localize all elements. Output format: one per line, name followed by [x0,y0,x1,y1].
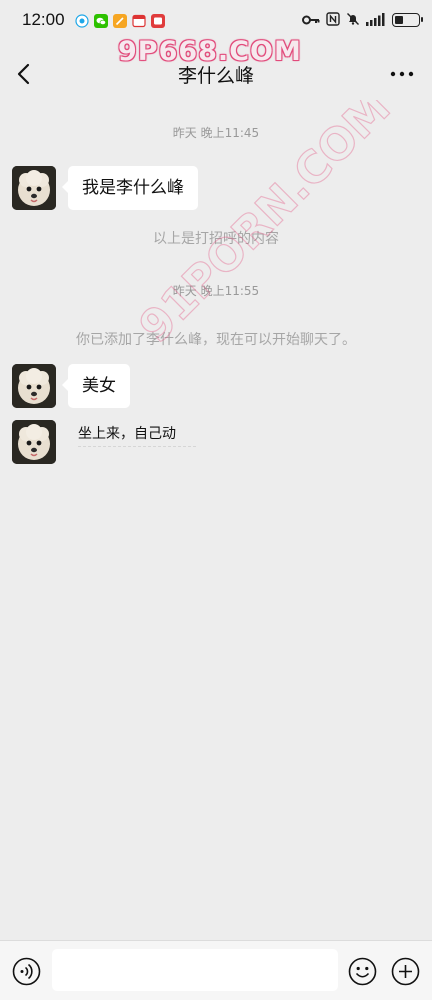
emoji-button[interactable] [348,957,377,986]
battery-fill [395,16,403,24]
message-bubble[interactable]: 我是李什么峰 [62,166,198,210]
avatar[interactable] [12,420,56,464]
timestamp: 昨天 晚上11:45 [172,126,260,140]
more-dots-icon [390,71,414,77]
wechat-icon [93,13,108,28]
message-row: 坐上来，自己动 [12,420,196,464]
mute-icon [346,11,360,30]
message-text[interactable]: 坐上来，自己动 [78,422,196,447]
message-bubble[interactable]: 美女 [62,364,130,408]
notification-icons [74,13,165,28]
status-right [302,11,423,30]
system-message: 你已添加了李什么峰，现在可以开始聊天了。 [76,332,356,348]
chat-screen: 12:00 李什么峰 昨天 晚上11:45 我是李什么峰 以上是打招呼的内容 昨… [0,0,432,1000]
voice-button[interactable] [12,957,41,986]
watermark-top: 9P668.COM [118,36,302,67]
input-bar [0,940,432,1000]
video-app-icon [150,13,165,28]
calendar-icon [131,13,146,28]
battery-icon [392,13,423,27]
voice-icon [12,957,41,986]
key-icon [302,11,320,30]
status-time: 12:00 [22,10,65,29]
timestamp: 昨天 晚上11:55 [172,284,260,298]
system-message: 以上是打招呼的内容 [153,231,279,247]
pencil-app-icon [112,13,127,28]
avatar[interactable] [12,166,56,210]
plus-icon [391,957,420,986]
plus-button[interactable] [391,957,420,986]
watermark-diagonal: 91PORN.COM [140,100,401,353]
qq-icon [74,13,89,28]
more-button[interactable] [388,60,416,88]
signal-icon [366,11,386,30]
smiley-icon [348,957,377,986]
status-bar: 12:00 [0,0,432,40]
nfc-icon [326,11,340,30]
message-input[interactable] [52,949,338,991]
message-row: 我是李什么峰 [12,166,198,210]
chevron-left-icon [17,63,30,85]
avatar[interactable] [12,364,56,408]
back-button[interactable] [12,60,38,88]
message-row: 美女 [12,364,130,408]
